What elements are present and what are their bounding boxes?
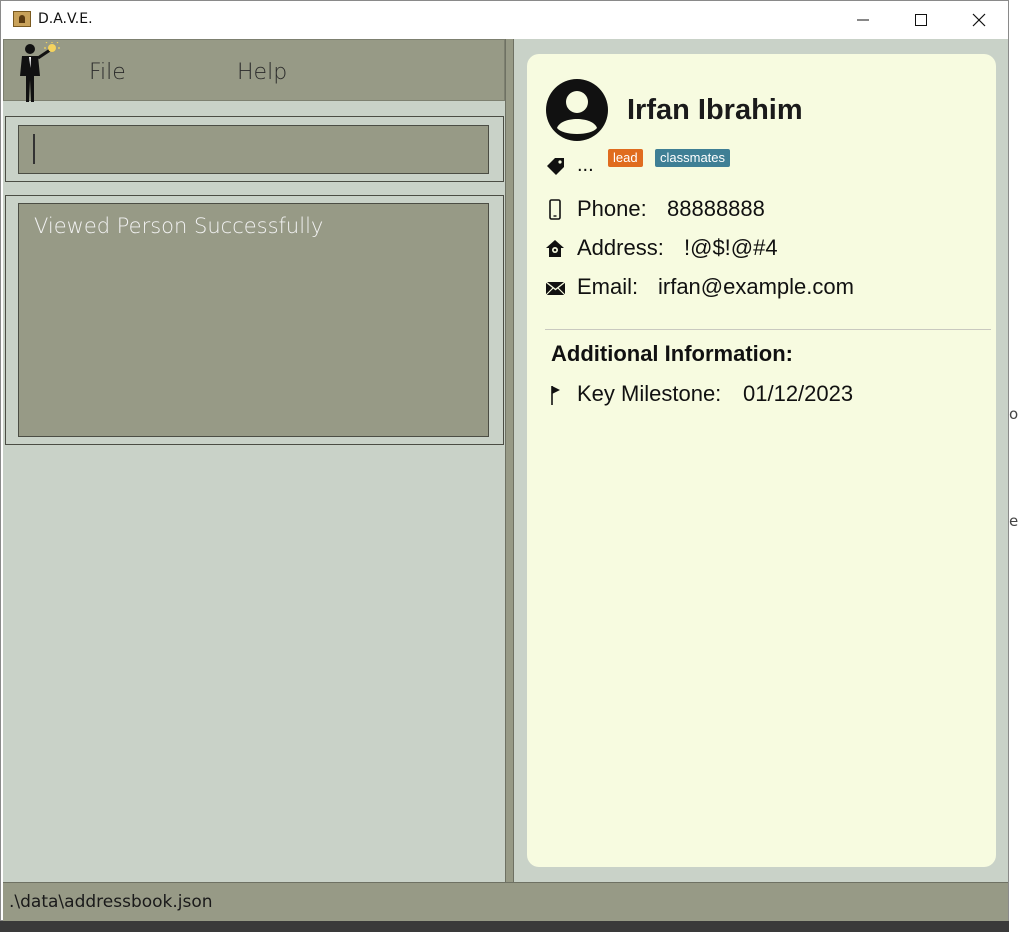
app-icon [13,11,31,27]
phone-label: Phone: [577,196,647,221]
additional-info-heading: Additional Information: [551,341,793,366]
person-name: Irfan Ibrahim [627,94,803,126]
command-input[interactable] [18,125,489,174]
minimize-icon [857,19,869,21]
split-pane-divider[interactable] [505,39,514,882]
text-caret [33,134,35,164]
tag-lead: lead [608,149,643,167]
logo-icon [20,42,60,102]
status-bar: .\data\addressbook.json [3,882,1008,921]
envelope-icon [545,281,566,296]
person-detail-card: Irfan Ibrahim ... lead classmates Phone:… [527,54,996,867]
menu-bar: File Help [3,39,505,102]
result-display-container: Viewed Person Successfully [5,195,504,445]
tag-classmates: classmates [655,149,731,167]
phone-icon [549,199,561,220]
address-label: Address: [577,235,664,260]
window-title: D.A.V.E. [38,11,93,27]
section-divider [545,329,991,330]
milestone-row: Key Milestone: 01/12/2023 [545,381,985,409]
minimize-button[interactable] [834,1,892,39]
address-value: !@$!@#4 [684,235,778,260]
milestone-label: Key Milestone: [577,381,722,406]
close-button[interactable] [950,1,1008,39]
avatar-icon [546,79,608,141]
tags-row: ... lead classmates [545,149,985,179]
email-label: Email: [577,274,639,299]
close-icon [972,13,986,27]
maximize-button[interactable] [892,1,950,39]
home-icon [546,240,564,257]
flag-icon [551,386,560,405]
phone-row: Phone: 88888888 [545,196,985,224]
milestone-value: 01/12/2023 [743,381,854,406]
result-display[interactable]: Viewed Person Successfully [18,203,489,437]
left-panel: File Help Viewed Person Successfully [3,39,505,882]
right-panel: Irfan Ibrahim ... lead classmates Phone:… [514,39,1008,882]
address-row: Address: !@$!@#4 [545,235,985,263]
desktop-background: ot e [1009,0,1018,932]
phone-value: 88888888 [667,196,765,221]
result-message: Viewed Person Successfully [34,214,324,238]
tag-icon [547,158,564,175]
menu-file[interactable]: File [89,60,126,85]
menu-help[interactable]: Help [237,60,287,85]
title-bar[interactable]: D.A.V.E. [1,1,1008,39]
desktop-fragment: e [1009,512,1018,530]
app-window: D.A.V.E. File Help Viewed Person Success… [0,0,1009,921]
email-value: irfan@example.com [658,274,854,299]
data-file-path: .\data\addressbook.json [9,892,213,912]
tags-ellipsis: ... [577,154,594,176]
command-box-container [5,116,504,182]
desktop-fragment: ot [1009,405,1018,423]
maximize-icon [915,14,927,26]
email-row: Email: irfan@example.com [545,274,985,302]
